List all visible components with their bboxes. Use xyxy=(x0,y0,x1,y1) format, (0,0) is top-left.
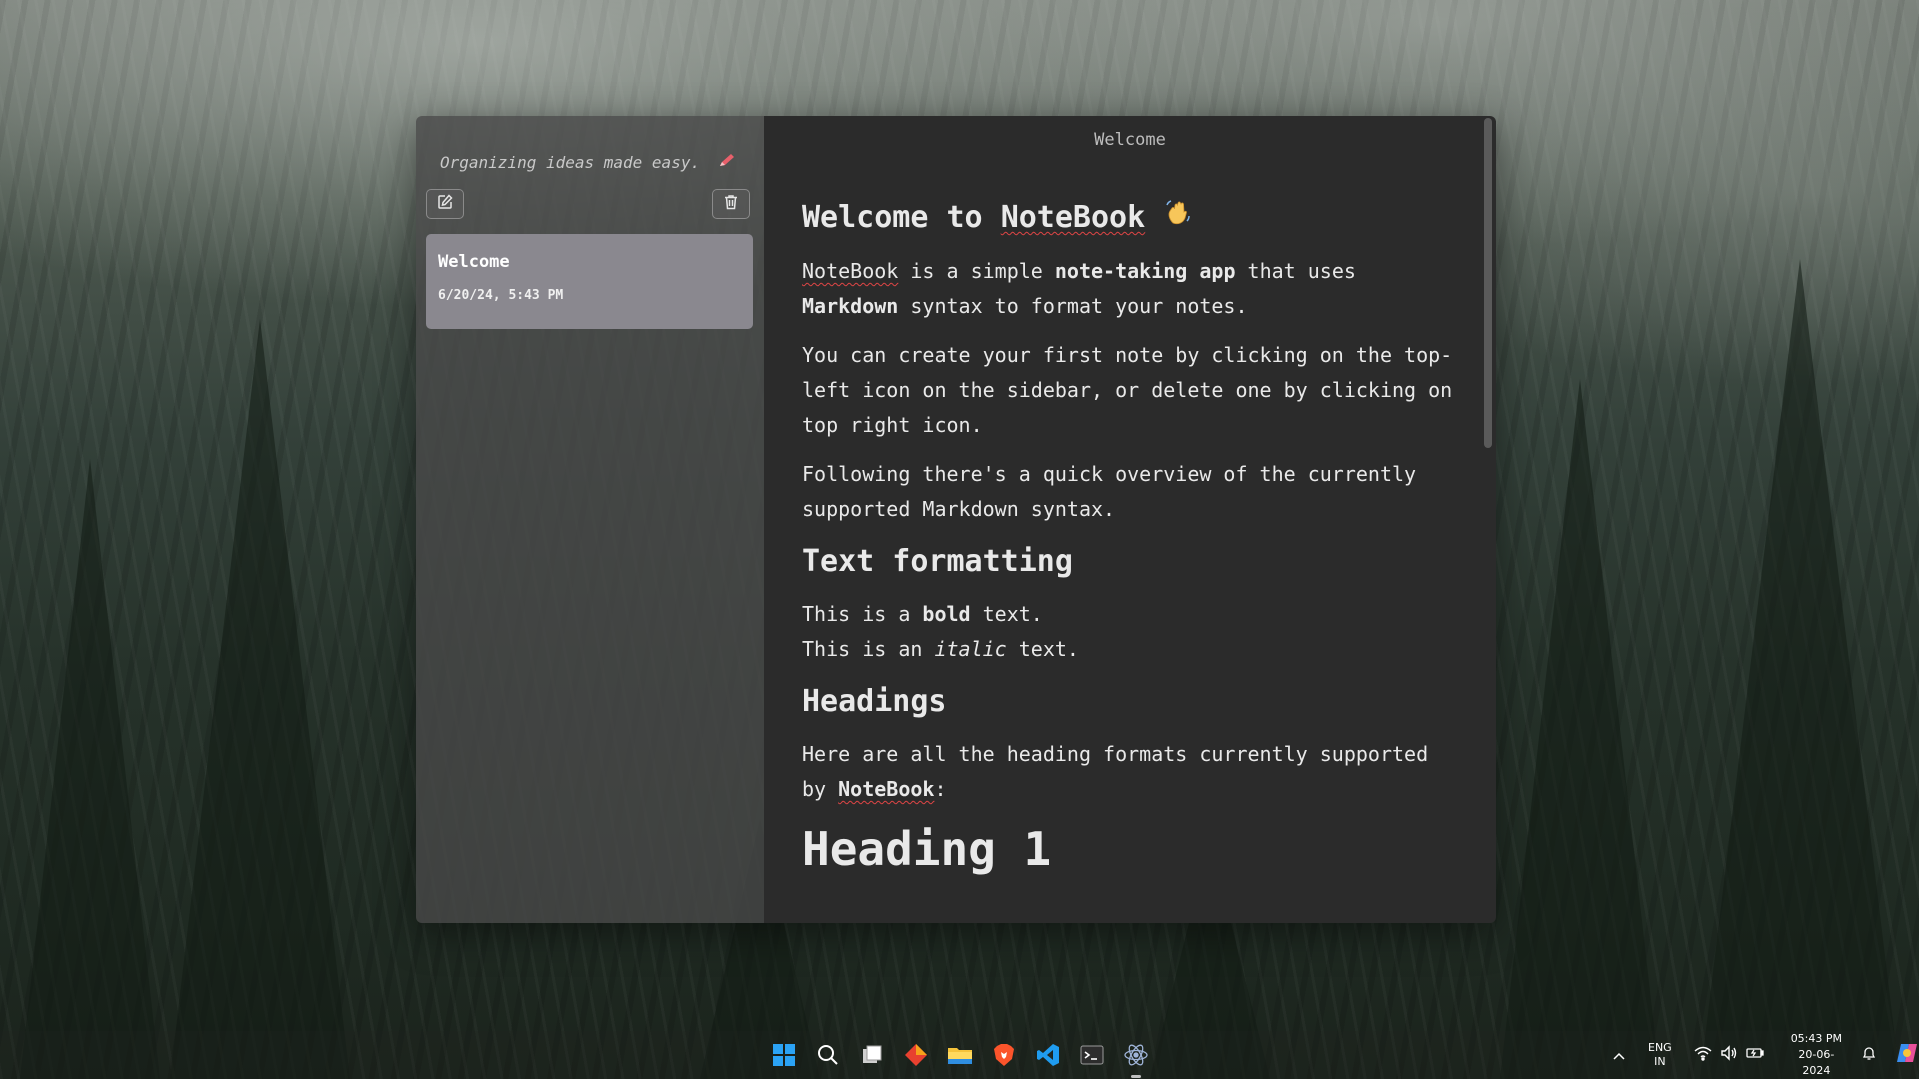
chevron-up-icon[interactable] xyxy=(1612,1046,1626,1065)
heading-headings: Headings xyxy=(802,684,947,719)
brand-word: NoteBook xyxy=(802,259,899,283)
wifi-icon[interactable] xyxy=(1694,1045,1712,1065)
tree-silhouette xyxy=(20,459,160,1079)
tree-silhouette xyxy=(1500,379,1660,1079)
italic-line-post: text. xyxy=(1006,637,1079,661)
headings-para-brand: NoteBook xyxy=(838,777,935,801)
instructions-paragraph: You can create your first note by clicki… xyxy=(802,343,1453,437)
windows-start-icon[interactable] xyxy=(766,1037,802,1073)
active-app-indicator xyxy=(1131,1075,1141,1078)
notification-bell-icon[interactable] xyxy=(1861,1045,1877,1065)
bold-line: This is a bold text. xyxy=(802,602,1043,626)
new-note-icon xyxy=(436,193,454,215)
bold-example: bold xyxy=(922,602,971,626)
heading-welcome: Welcome to NoteBook xyxy=(802,196,1462,240)
italic-line-pre: This is an xyxy=(802,637,935,661)
intro-text-2: that uses xyxy=(1235,259,1356,283)
heading-welcome-brand: NoteBook xyxy=(1000,200,1146,235)
overview-paragraph: Following there's a quick overview of th… xyxy=(802,462,1417,521)
editor-title: Welcome xyxy=(1094,130,1166,150)
headings-para-post: : xyxy=(934,777,947,801)
formatting-examples: This is a bold text. This is an italic t… xyxy=(802,597,1462,667)
italic-example: italic xyxy=(934,637,1007,661)
note-date: 6/20/24, 5:43 PM xyxy=(438,288,564,303)
italic-line: This is an italic text. xyxy=(802,637,1079,661)
notebook-app-window: Organizing ideas made easy. Welcome 6/20… xyxy=(416,116,1496,923)
intro-paragraph: NoteBook is a simple note-taking app tha… xyxy=(802,254,1462,324)
copilot-icon[interactable] xyxy=(1895,1041,1919,1069)
diamond-app-icon[interactable] xyxy=(898,1037,934,1073)
tagline: Organizing ideas made easy. xyxy=(440,152,736,172)
terminal-icon[interactable] xyxy=(1074,1037,1110,1073)
bold-line-post: text. xyxy=(970,602,1043,626)
brave-browser-icon[interactable] xyxy=(986,1037,1022,1073)
waving-hand-icon xyxy=(1163,200,1193,235)
bold-line-pre: This is a xyxy=(802,602,923,626)
heading-text-formatting: Text formatting xyxy=(802,544,1073,579)
tree-silhouette xyxy=(1700,259,1900,1079)
tree-silhouette xyxy=(170,319,350,1079)
file-explorer-icon[interactable] xyxy=(942,1037,978,1073)
editor-scrollbar[interactable] xyxy=(1484,118,1492,448)
task-view-icon[interactable] xyxy=(854,1037,890,1073)
note-list-item[interactable]: Welcome 6/20/24, 5:43 PM xyxy=(426,234,753,329)
headings-paragraph: Here are all the heading formats current… xyxy=(802,737,1462,807)
language-indicator[interactable]: ENG IN xyxy=(1648,1041,1672,1069)
new-note-button[interactable] xyxy=(426,189,464,219)
vscode-icon[interactable] xyxy=(1030,1037,1066,1073)
intro-text-3: syntax to format your notes. xyxy=(898,294,1248,318)
note-title: Welcome xyxy=(438,252,510,272)
markdown-editor[interactable]: Welcome Welcome to NoteBook NoteBook is … xyxy=(764,116,1496,923)
tagline-text: Organizing ideas made easy. xyxy=(440,153,701,172)
language-line-1: ENG xyxy=(1648,1041,1672,1054)
intro-bold-2: Markdown xyxy=(802,294,899,318)
heading-welcome-prefix: Welcome to xyxy=(802,200,1001,235)
language-line-2: IN xyxy=(1654,1055,1666,1068)
sidebar: Organizing ideas made easy. Welcome 6/20… xyxy=(416,116,764,923)
note-content[interactable]: Welcome to NoteBook NoteBook is a simple… xyxy=(802,196,1462,877)
volume-icon[interactable] xyxy=(1720,1045,1738,1065)
intro-bold-1: note-taking app xyxy=(1054,259,1236,283)
system-tray: ENG IN 05:43 PM 20-06-2024 xyxy=(1612,1031,1919,1079)
electron-app-icon[interactable] xyxy=(1118,1037,1154,1073)
delete-note-button[interactable] xyxy=(712,189,750,219)
heading-1-example: Heading 1 xyxy=(802,822,1052,876)
intro-text-1: is a simple xyxy=(898,259,1055,283)
trash-icon xyxy=(722,193,740,215)
search-icon[interactable] xyxy=(810,1037,846,1073)
battery-icon[interactable] xyxy=(1746,1045,1764,1065)
pen-icon xyxy=(708,153,736,172)
clock[interactable]: 05:43 PM 20-06-2024 xyxy=(1788,1031,1845,1079)
taskbar: ENG IN 05:43 PM 20-06-2024 xyxy=(0,1031,1919,1079)
clock-date: 20-06-2024 xyxy=(1798,1048,1835,1077)
clock-time: 05:43 PM xyxy=(1790,1032,1843,1045)
